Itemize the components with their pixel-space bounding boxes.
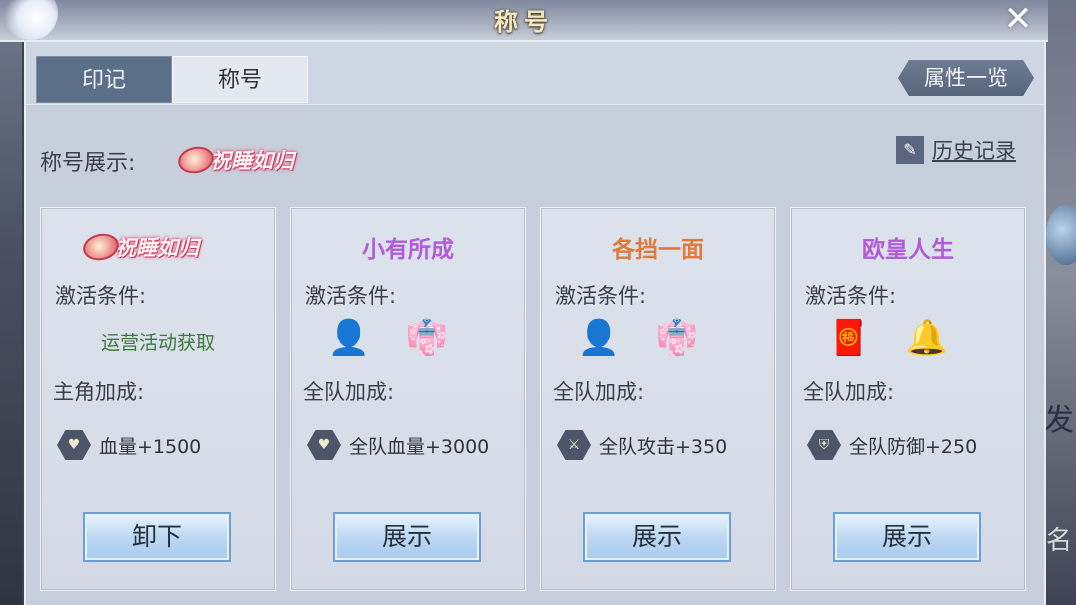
tab-marks[interactable]: 印记: [36, 56, 172, 103]
stat-row: ♥ 血量+1500: [57, 430, 201, 460]
history-label: 历史记录: [932, 139, 1016, 163]
display-button[interactable]: 展示: [583, 512, 731, 562]
title-card: 祝睡如归 激活条件: 运营活动获取 主角加成: ♥ 血量+1500 卸下: [40, 207, 276, 591]
red-envelope-icon[interactable]: 🧧: [823, 312, 875, 364]
title-panel: 印记 称号 属性一览 称号展示: 祝睡如归 ✎ 历史记录 祝睡如归 激活条件: …: [24, 42, 1046, 605]
background-glyph: 发: [1044, 403, 1074, 438]
card-title-name: 欧皇人生: [862, 237, 954, 263]
display-button[interactable]: 展示: [333, 512, 481, 562]
shield-icon: ⛨: [807, 430, 841, 460]
bonus-label: 全队加成:: [303, 380, 395, 404]
sword-icon: ⚔: [557, 430, 591, 460]
stat-value: 全队血量+3000: [349, 435, 490, 458]
brush-icon: ✎: [896, 136, 924, 164]
condition-label: 激活条件:: [305, 284, 397, 308]
bonus-label: 全队加成:: [803, 380, 895, 404]
condition-items: 👤 👘: [573, 312, 703, 364]
bonus-label: 主角加成:: [53, 380, 145, 404]
title-card: 各挡一面 激活条件: 👤 👘 全队加成: ⚔ 全队攻击+350 展示: [540, 207, 776, 591]
stat-row: ♥ 全队血量+3000: [307, 430, 489, 460]
tab-bar: 印记 称号: [36, 56, 308, 104]
title-bar: 称号 ✕: [0, 0, 1048, 42]
card-title-badge: 祝睡如归: [80, 230, 199, 264]
title-card: 小有所成 激活条件: 👤 👘 全队加成: ♥ 全队血量+3000 展示: [290, 207, 526, 591]
title-card: 欧皇人生 激活条件: 🧧 🔔 全队加成: ⛨ 全队防御+250 展示: [790, 207, 1026, 591]
display-button[interactable]: 展示: [833, 512, 981, 562]
background-glyph: 名: [1046, 526, 1073, 556]
attributes-overview-button[interactable]: 属性一览: [898, 60, 1034, 96]
close-icon[interactable]: ✕: [998, 2, 1038, 36]
tab-titles[interactable]: 称号: [172, 56, 308, 103]
bonus-label: 全队加成:: [553, 380, 645, 404]
window-title: 称号: [494, 7, 554, 36]
content-area: 称号展示: 祝睡如归 ✎ 历史记录 祝睡如归 激活条件: 运营活动获取 主角加成…: [26, 104, 1044, 605]
bell-icon[interactable]: 🔔: [901, 312, 953, 364]
pink-robe-icon[interactable]: 👘: [651, 312, 703, 364]
heart-icon: ♥: [57, 430, 91, 460]
hero-figure-icon[interactable]: 👤: [573, 312, 625, 364]
stat-value: 全队攻击+350: [599, 435, 728, 458]
condition-label: 激活条件:: [805, 284, 897, 308]
condition-label: 激活条件:: [55, 284, 147, 308]
heart-icon: ♥: [307, 430, 341, 460]
showcase-label: 称号展示:: [40, 151, 136, 176]
current-title-badge: 祝睡如归: [175, 143, 294, 177]
condition-label: 激活条件:: [555, 284, 647, 308]
golden-robe-icon[interactable]: 👘: [401, 312, 453, 364]
card-title-name: 小有所成: [362, 237, 454, 263]
history-link[interactable]: ✎ 历史记录: [896, 135, 1016, 165]
condition-items: 🧧 🔔: [823, 312, 953, 364]
condition-text: 运营活动获取: [100, 332, 215, 354]
unequip-button[interactable]: 卸下: [83, 512, 231, 562]
stat-value: 全队防御+250: [849, 435, 978, 458]
stat-row: ⚔ 全队攻击+350: [557, 430, 727, 460]
background-orb: [1046, 205, 1076, 265]
background-left-edge: [0, 0, 22, 605]
stat-value: 血量+1500: [99, 435, 202, 458]
hero-figure-icon[interactable]: 👤: [323, 312, 375, 364]
stat-row: ⛨ 全队防御+250: [807, 430, 977, 460]
card-title-name: 各挡一面: [612, 237, 704, 263]
condition-items: 👤 👘: [323, 312, 453, 364]
